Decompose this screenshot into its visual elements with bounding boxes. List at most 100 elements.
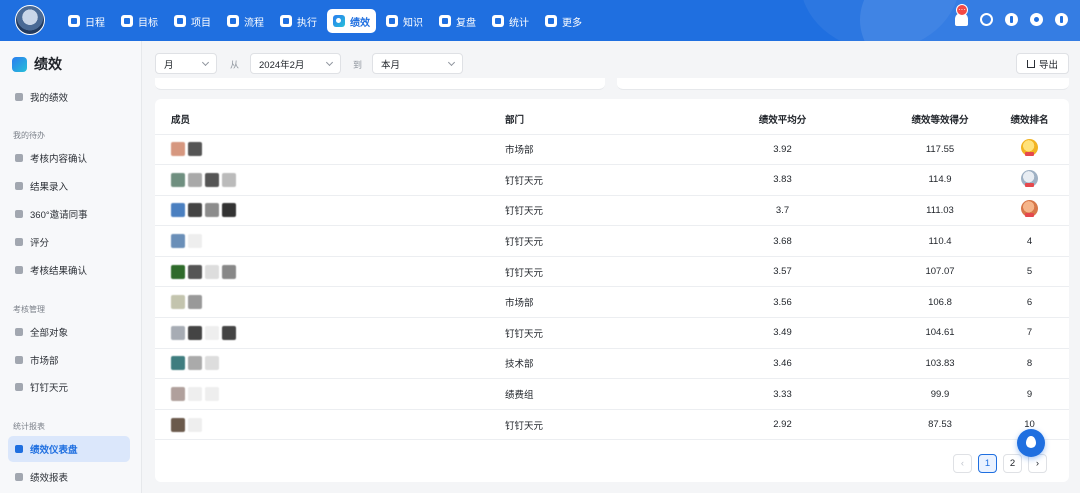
target-icon [121, 15, 133, 27]
sidebar-item-todo_items-1[interactable]: 结果录入 [8, 173, 130, 199]
nav-item-label: 日程 [85, 17, 105, 29]
blur-block [188, 295, 202, 310]
dept-cell: 市场部 [505, 286, 675, 319]
blurred-avatar [171, 295, 505, 310]
to-date-value: 本月 [381, 59, 401, 71]
help-float-button[interactable] [1017, 429, 1045, 457]
equiv-score-cell: 104.61 [890, 317, 990, 349]
table-row[interactable]: 钉钉天元 2.92 87.53 10 [155, 409, 1069, 441]
page-2-button[interactable]: 2 [1003, 454, 1022, 473]
review-icon [439, 15, 451, 27]
table-row[interactable]: 绩费组 3.33 99.9 9 [155, 378, 1069, 410]
nav-item-label: 更多 [562, 17, 582, 29]
blur-block [188, 356, 202, 371]
rank-value: 9 [1026, 388, 1033, 400]
sidebar-item-todo_items-3[interactable]: 评分 [8, 229, 130, 255]
sidebar-item-todo_items-2[interactable]: 360°邀请同事 [8, 201, 130, 227]
table-header-row: 成员 部门 绩效平均分 绩效等效得分 绩效排名 [155, 105, 1069, 135]
sidebar-item-label: 考核结果确认 [30, 266, 88, 277]
table-row[interactable]: 钉钉天元 3.83 114.9 [155, 164, 1069, 196]
sidebar-item-icon [15, 445, 23, 453]
rank-cell [990, 164, 1069, 196]
help-icon[interactable] [1055, 13, 1068, 26]
rank-value: 8 [1026, 357, 1033, 369]
sidebar-group-report: 统计报表 [13, 422, 45, 431]
sidebar-item-my-performance[interactable]: 我的绩效 [8, 84, 130, 110]
sidebar-item-todo_items-0[interactable]: 考核内容确认 [8, 145, 130, 171]
nav-item-0[interactable]: 日程 [62, 9, 111, 33]
blur-block [188, 387, 202, 402]
nav-item-9[interactable]: 更多 [539, 9, 588, 33]
table-row[interactable]: 钉钉天元 3.68 110.4 4 [155, 225, 1069, 257]
column-header-score: 绩效等效得分 [890, 105, 990, 135]
search-icon[interactable] [980, 13, 993, 26]
blur-block [188, 203, 202, 218]
dept-cell: 钉钉天元 [505, 317, 675, 349]
nav-item-label: 执行 [297, 17, 317, 29]
sidebar-group-todo: 我的待办 [13, 131, 45, 140]
blur-block [188, 264, 202, 279]
sidebar-item-icon [15, 383, 23, 391]
blurred-avatar [171, 325, 505, 340]
page-1-button[interactable]: 1 [978, 454, 997, 473]
to-date-select[interactable]: 本月 [372, 53, 463, 74]
column-header-avg: 绩效平均分 [675, 105, 890, 135]
nav-item-label: 流程 [244, 17, 264, 29]
nav-item-5[interactable]: 绩效 [327, 9, 376, 33]
sidebar-item-label: 结果录入 [30, 182, 69, 193]
chevron-down-icon [201, 58, 210, 67]
sidebar-item-report_items-0[interactable]: 绩效仪表盘 [8, 436, 130, 462]
sidebar-item-manage_items-2[interactable]: 钉钉天元 [8, 374, 130, 400]
period-select-value: 月 [164, 59, 174, 71]
table-row[interactable]: 市场部 3.56 106.8 6 [155, 286, 1069, 319]
blur-block [205, 172, 219, 187]
app-logo[interactable] [15, 5, 45, 35]
gear-icon[interactable] [1030, 13, 1043, 26]
cube-icon [174, 15, 186, 27]
avg-score-cell: 3.46 [675, 348, 890, 380]
avg-score-cell: 3.92 [675, 134, 890, 166]
prev-page-button[interactable]: ‹ [953, 454, 972, 473]
nav-item-1[interactable]: 目标 [115, 9, 164, 33]
rank-cell [990, 195, 1069, 227]
nav-item-label: 绩效 [350, 17, 370, 29]
nav-item-6[interactable]: 知识 [380, 9, 429, 33]
nav-item-4[interactable]: 执行 [274, 9, 323, 33]
table-row[interactable]: 钉钉天元 3.49 104.61 7 [155, 317, 1069, 349]
sidebar-item-label: 绩效报表 [30, 473, 69, 484]
table-row[interactable]: 市场部 3.92 117.55 [155, 134, 1069, 166]
from-date-select[interactable]: 2024年2月 [250, 53, 341, 74]
period-select[interactable]: 月 [155, 53, 217, 74]
member-cell [155, 164, 505, 196]
avg-score-cell: 3.57 [675, 256, 890, 288]
blurred-avatar [171, 264, 505, 279]
top-nav-bar: 日程 目标 项目 流程 执行 绩效 知识 复盘 统计 更多 [0, 0, 1080, 41]
nav-item-7[interactable]: 复盘 [433, 9, 482, 33]
table-row[interactable]: 技术部 3.46 103.83 8 [155, 348, 1069, 380]
sidebar-item-manage_items-1[interactable]: 市场部 [8, 347, 130, 373]
sidebar-item-todo_items-4[interactable]: 考核结果确认 [8, 257, 130, 283]
sidebar-item-report_items-1[interactable]: 绩效报表 [8, 464, 130, 490]
export-button[interactable]: 导出 [1016, 53, 1069, 74]
execute-icon [280, 15, 292, 27]
nav-item-3[interactable]: 流程 [221, 9, 270, 33]
performance-table: 成员 部门 绩效平均分 绩效等效得分 绩效排名 市场部 3.92 117.55 钉钉天… [155, 105, 1069, 441]
dept-cell: 技术部 [505, 348, 675, 380]
silver-medal-icon [1021, 169, 1038, 187]
table-row[interactable]: 钉钉天元 3.57 107.07 5 [155, 256, 1069, 288]
nav-item-label: 统计 [509, 17, 529, 29]
book-icon [386, 15, 398, 27]
rank-value: 6 [1026, 296, 1033, 308]
sidebar-item-label: 考核内容确认 [30, 154, 88, 165]
nav-item-2[interactable]: 项目 [168, 9, 217, 33]
blur-block [171, 417, 185, 432]
sidebar-item-label: 全部对象 [30, 328, 69, 339]
sidebar-item-icon [15, 238, 23, 246]
blur-block [171, 234, 185, 249]
nav-item-8[interactable]: 统计 [486, 9, 535, 33]
sidebar-item-manage_items-0[interactable]: 全部对象 [8, 319, 130, 345]
table-row[interactable]: 钉钉天元 3.7 111.03 [155, 195, 1069, 227]
user-icon[interactable] [1005, 13, 1018, 26]
person-icon [15, 93, 23, 101]
blurred-avatar [171, 356, 505, 371]
